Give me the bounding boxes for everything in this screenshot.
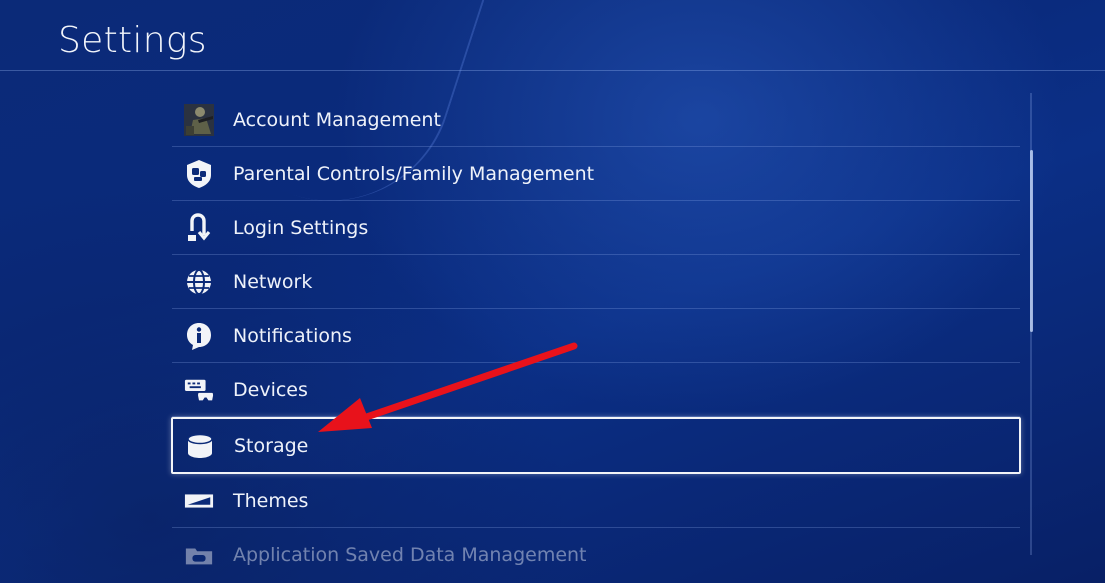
menu-item-label: Parental Controls/Family Management	[233, 162, 595, 185]
menu-item-label: Account Management	[233, 108, 441, 131]
menu-item-themes[interactable]: Themes	[172, 474, 1020, 528]
parental-controls-icon	[184, 159, 214, 189]
menu-item-label: Themes	[233, 489, 309, 512]
keyboard-controller-icon	[184, 375, 214, 405]
menu-item-saved-data-management[interactable]: Application Saved Data Management	[172, 528, 1020, 581]
menu-item-label: Storage	[234, 434, 309, 457]
avatar-icon	[184, 103, 214, 136]
menu-item-devices[interactable]: Devices	[172, 363, 1020, 417]
saved-data-icon	[184, 540, 214, 570]
title-divider	[0, 70, 1105, 71]
database-icon	[185, 431, 215, 461]
menu-item-login-settings[interactable]: Login Settings	[172, 201, 1020, 255]
menu-item-parental-controls[interactable]: Parental Controls/Family Management	[172, 147, 1020, 201]
page-title: Settings	[58, 20, 207, 61]
info-icon	[184, 321, 214, 351]
menu-item-label: Application Saved Data Management	[233, 543, 587, 566]
menu-item-label: Devices	[233, 378, 308, 401]
menu-item-account-management[interactable]: Account Management	[172, 93, 1020, 147]
menu-item-label: Login Settings	[233, 216, 369, 239]
menu-item-network[interactable]: Network	[172, 255, 1020, 309]
globe-icon	[184, 267, 214, 297]
menu-item-label: Network	[233, 270, 313, 293]
login-icon	[184, 212, 214, 243]
settings-menu-list: Account Management Parental Controls/Fam…	[171, 93, 1021, 581]
monitor-theme-icon	[184, 486, 214, 516]
menu-item-label: Notifications	[233, 324, 352, 347]
menu-item-notifications[interactable]: Notifications	[172, 309, 1020, 363]
scrollbar-thumb[interactable]	[1030, 150, 1033, 332]
menu-item-storage[interactable]: Storage	[171, 417, 1021, 474]
